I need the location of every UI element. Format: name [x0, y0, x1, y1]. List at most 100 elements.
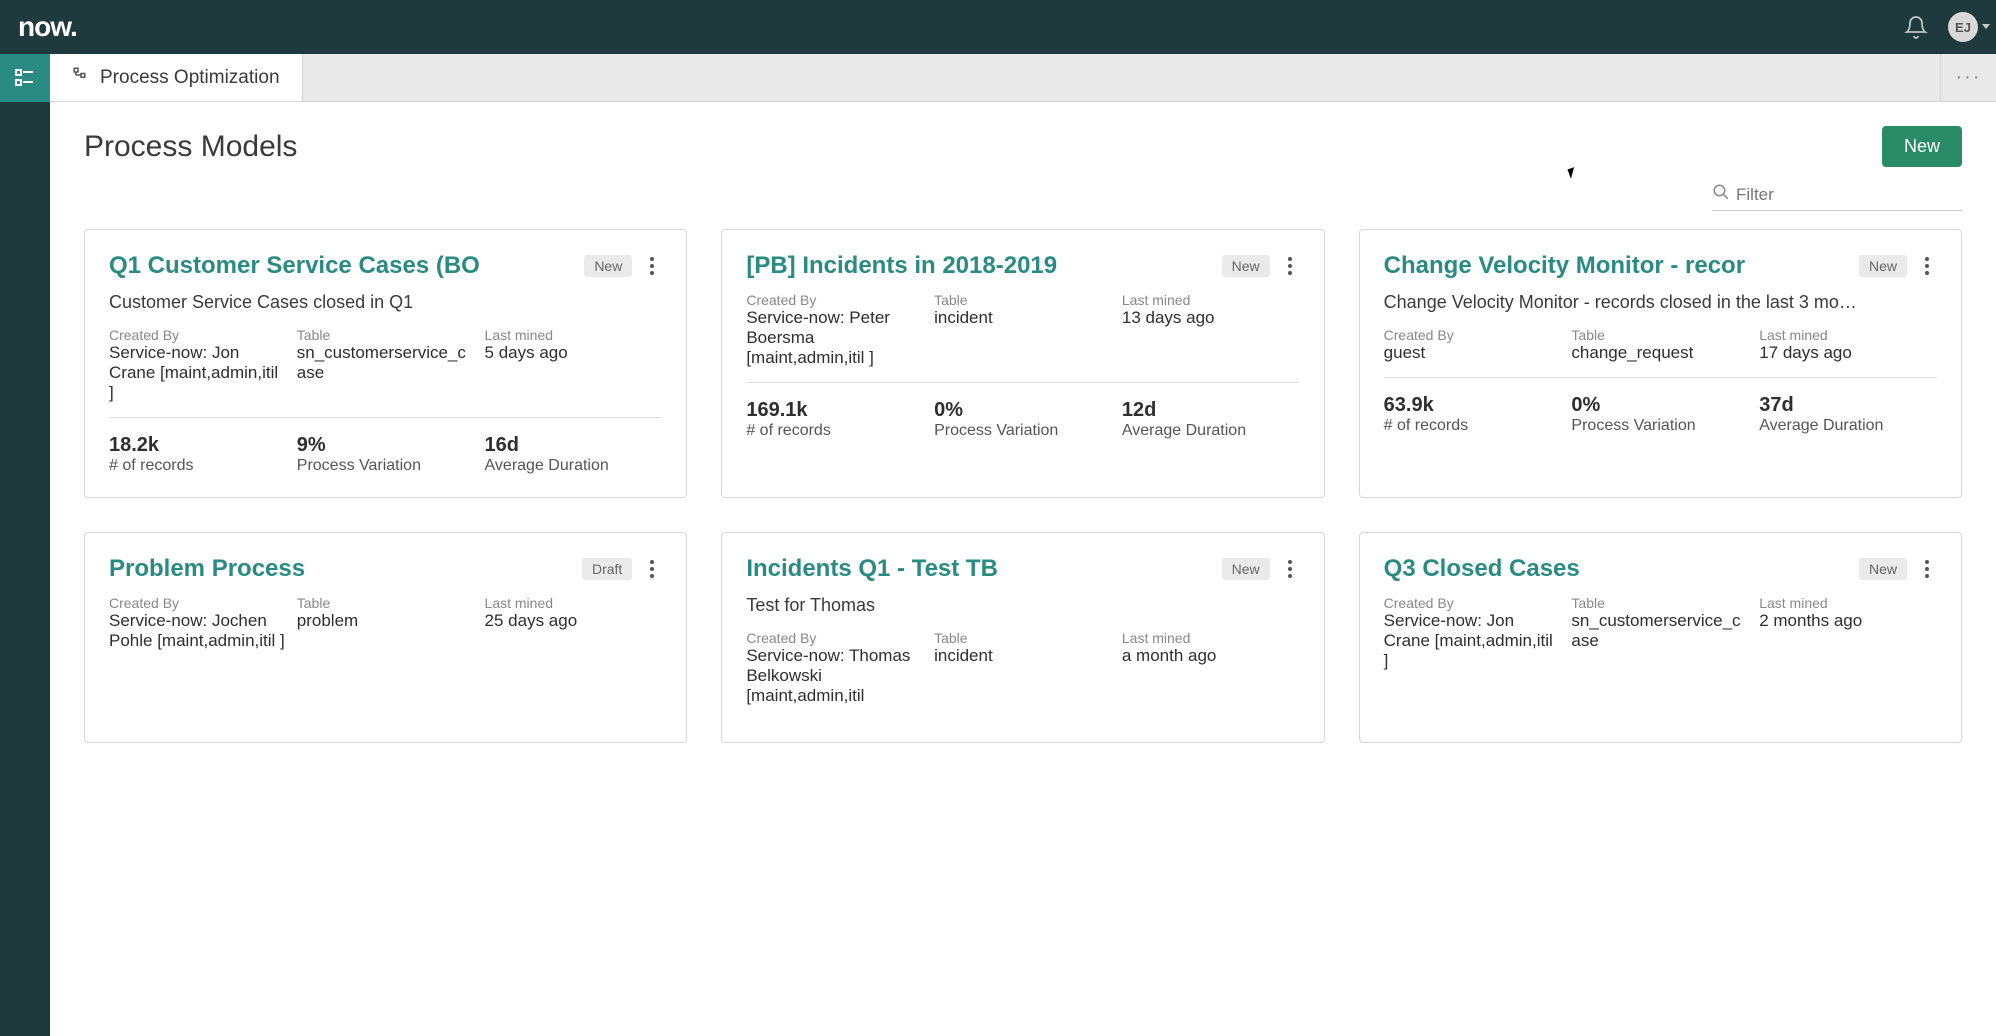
stat-duration-value: 12d [1122, 399, 1300, 422]
stat-variation-label: Process Variation [1571, 417, 1749, 435]
meta-last-mined-label: Last mined [485, 327, 663, 343]
card-menu-icon[interactable] [642, 257, 662, 275]
filter-box[interactable] [1712, 179, 1962, 211]
meta-last-mined-value: 2 months ago [1759, 611, 1937, 631]
meta-table-label: Table [1571, 327, 1749, 343]
meta-last-mined-value: 5 days ago [485, 343, 663, 363]
card-title[interactable]: Problem Process [109, 555, 572, 583]
meta-last-mined-label: Last mined [1759, 595, 1937, 611]
meta-table-value: incident [934, 646, 1112, 666]
topbar: now. EJ [0, 0, 1996, 54]
main: Process Optimization ··· Process Models … [50, 54, 1996, 1036]
meta-last-mined-label: Last mined [1122, 630, 1300, 646]
meta-table-label: Table [934, 292, 1112, 308]
stat-records-value: 169.1k [746, 399, 924, 422]
stat-duration-value: 37d [1759, 394, 1937, 417]
card-description: Change Velocity Monitor - records closed… [1384, 292, 1937, 313]
process-model-card[interactable]: Problem Process Draft Created By Service… [84, 532, 687, 743]
meta-table-value: problem [297, 611, 475, 631]
stat-records-label: # of records [746, 422, 924, 440]
meta-last-mined-value: 25 days ago [485, 611, 663, 631]
status-badge: New [1859, 558, 1907, 580]
card-menu-icon[interactable] [1917, 257, 1937, 275]
stat-variation-label: Process Variation [297, 457, 475, 475]
card-title[interactable]: Change Velocity Monitor - recor [1384, 252, 1849, 280]
sidebar-nav-icon[interactable] [0, 54, 50, 102]
card-menu-icon[interactable] [1280, 257, 1300, 275]
process-model-card[interactable]: [PB] Incidents in 2018-2019 New Created … [721, 229, 1324, 498]
meta-created-by-value: Service-now: Jon Crane [maint,admin,itil… [1384, 611, 1562, 671]
tabbar: Process Optimization ··· [50, 54, 1996, 102]
meta-table-value: sn_customerservice_case [297, 343, 475, 383]
meta-created-by-label: Created By [1384, 595, 1562, 611]
meta-table-value: incident [934, 308, 1112, 328]
user-avatar[interactable]: EJ [1948, 12, 1978, 42]
content: Process Models New Q1 Customer Service C… [50, 102, 1996, 767]
stat-variation-value: 0% [934, 399, 1112, 422]
card-title[interactable]: Incidents Q1 - Test TB [746, 555, 1211, 583]
meta-table-label: Table [297, 595, 475, 611]
page-header: Process Models New [84, 126, 1962, 167]
stat-variation-label: Process Variation [934, 422, 1112, 440]
meta-last-mined-label: Last mined [1122, 292, 1300, 308]
card-title[interactable]: Q1 Customer Service Cases (BO [109, 252, 574, 280]
process-model-card[interactable]: Incidents Q1 - Test TB New Test for Thom… [721, 532, 1324, 743]
meta-last-mined-value: 17 days ago [1759, 343, 1937, 363]
topbar-right: EJ [1904, 12, 1978, 42]
stat-variation-value: 0% [1571, 394, 1749, 417]
meta-last-mined-label: Last mined [485, 595, 663, 611]
meta-created-by-value: Service-now: Thomas Belkowski [maint,adm… [746, 646, 924, 706]
stat-records-label: # of records [109, 457, 287, 475]
card-description: Test for Thomas [746, 595, 1299, 616]
tab-more-icon[interactable]: ··· [1940, 54, 1996, 101]
card-menu-icon[interactable] [1917, 560, 1937, 578]
card-title[interactable]: Q3 Closed Cases [1384, 555, 1849, 583]
process-model-card[interactable]: Change Velocity Monitor - recor New Chan… [1359, 229, 1962, 498]
card-menu-icon[interactable] [642, 560, 662, 578]
new-button[interactable]: New [1882, 126, 1962, 167]
stat-variation-value: 9% [297, 434, 475, 457]
meta-last-mined-label: Last mined [1759, 327, 1937, 343]
tab-label: Process Optimization [100, 67, 280, 89]
status-badge: Draft [582, 558, 632, 580]
notifications-icon[interactable] [1904, 15, 1928, 39]
meta-created-by-label: Created By [1384, 327, 1562, 343]
status-badge: New [1859, 255, 1907, 277]
meta-table-value: sn_customerservice_case [1571, 611, 1749, 651]
meta-table-label: Table [934, 630, 1112, 646]
tab-process-optimization[interactable]: Process Optimization [50, 54, 303, 101]
meta-last-mined-value: 13 days ago [1122, 308, 1300, 328]
status-badge: New [1222, 558, 1270, 580]
meta-table-label: Table [1571, 595, 1749, 611]
stat-duration-label: Average Duration [485, 457, 663, 475]
meta-table-value: change_request [1571, 343, 1749, 363]
stat-records-value: 18.2k [109, 434, 287, 457]
meta-created-by-label: Created By [746, 630, 924, 646]
card-menu-icon[interactable] [1280, 560, 1300, 578]
meta-created-by-value: Service-now: Peter Boersma [maint,admin,… [746, 308, 924, 368]
process-model-card[interactable]: Q1 Customer Service Cases (BO New Custom… [84, 229, 687, 498]
cards-grid: Q1 Customer Service Cases (BO New Custom… [84, 229, 1962, 743]
process-model-card[interactable]: Q3 Closed Cases New Created By Service-n… [1359, 532, 1962, 743]
stat-records-value: 63.9k [1384, 394, 1562, 417]
meta-created-by-label: Created By [109, 327, 287, 343]
stat-records-label: # of records [1384, 417, 1562, 435]
stat-duration-label: Average Duration [1759, 417, 1937, 435]
stat-duration-value: 16d [485, 434, 663, 457]
meta-created-by-value: Service-now: Jochen Pohle [maint,admin,i… [109, 611, 287, 651]
card-title[interactable]: [PB] Incidents in 2018-2019 [746, 252, 1211, 280]
meta-table-label: Table [297, 327, 475, 343]
meta-created-by-value: Service-now: Jon Crane [maint,admin,itil… [109, 343, 287, 403]
meta-created-by-label: Created By [746, 292, 924, 308]
meta-created-by-value: guest [1384, 343, 1562, 363]
page-title: Process Models [84, 130, 297, 164]
search-icon [1712, 183, 1730, 206]
app-logo: now. [18, 11, 77, 43]
filter-input[interactable] [1736, 185, 1962, 205]
meta-last-mined-value: a month ago [1122, 646, 1300, 666]
status-badge: New [1222, 255, 1270, 277]
sidebar [0, 54, 50, 1036]
hierarchy-icon [72, 66, 90, 90]
status-badge: New [584, 255, 632, 277]
card-description: Customer Service Cases closed in Q1 [109, 292, 662, 313]
